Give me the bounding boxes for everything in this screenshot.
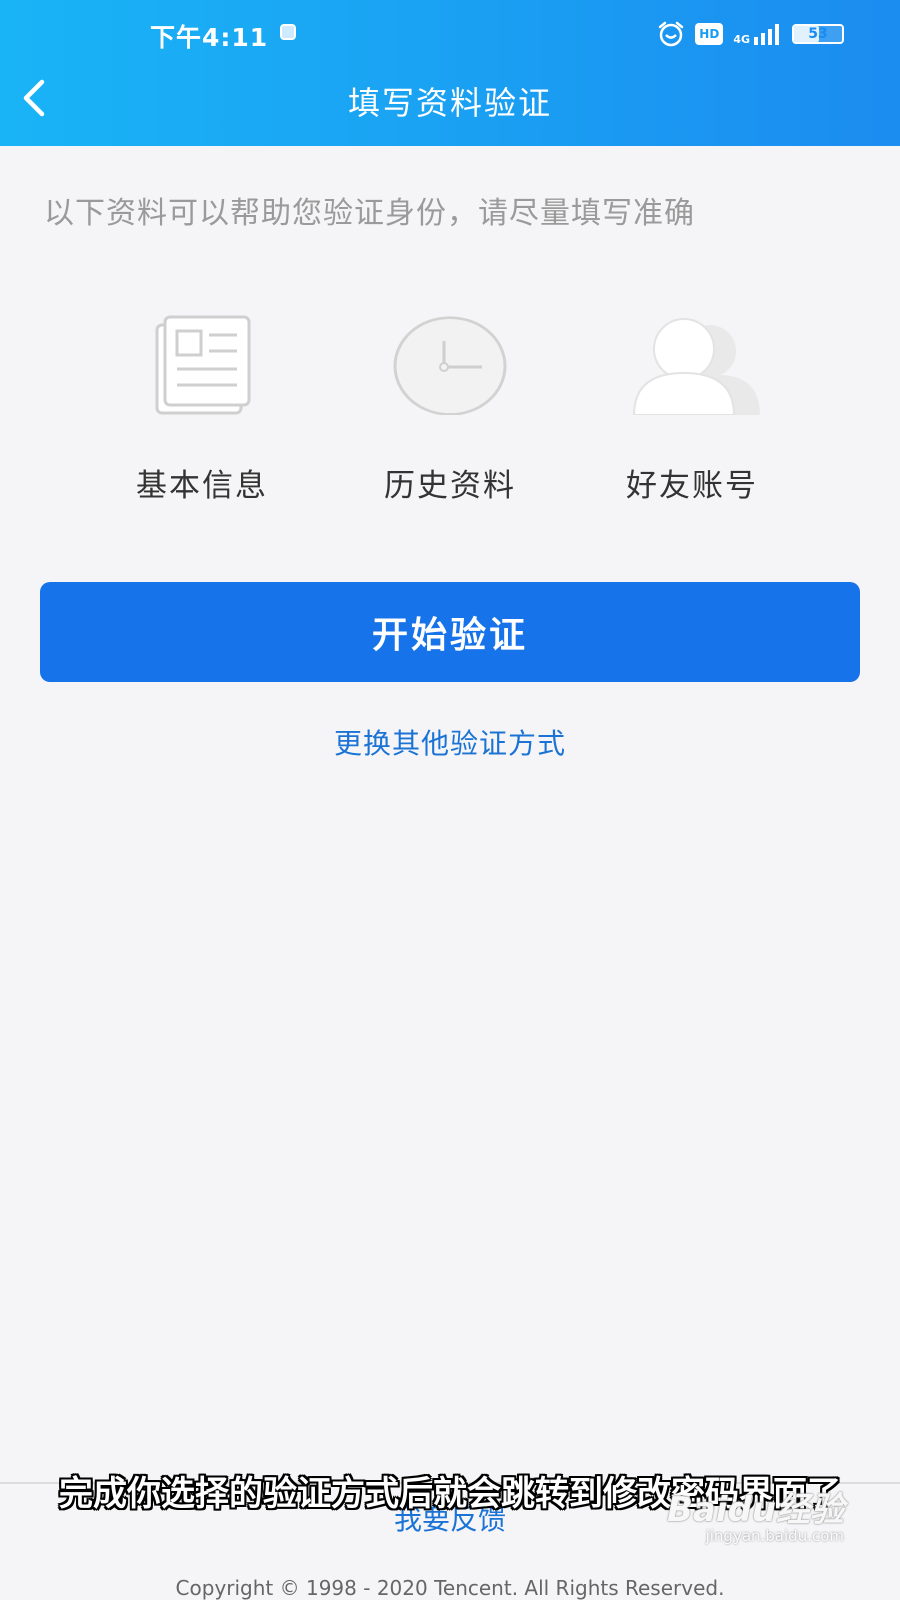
verification-options: 基本信息 历史资料 好友账号 [0,310,900,510]
document-icon [82,310,322,420]
option-label: 好友账号 [626,468,758,504]
copyright-text: Copyright © 1998 - 2020 Tencent. All Rig… [175,1576,725,1600]
status-icons: HD 4G 53 [657,18,844,50]
battery-icon: 53 [792,24,844,44]
option-history[interactable]: 历史资料 [330,310,570,505]
watermark-logo: Baidu经验 [666,1490,844,1530]
signal-icon [752,23,782,45]
friends-icon [572,310,812,420]
signal-group: 4G [733,23,782,45]
header: 下午4:11 HD 4G 53 填写资料验证 [0,0,900,146]
start-verification-button[interactable]: 开始验证 [40,582,860,682]
watermark: Baidu经验 jingyan.baidu.com [664,1482,844,1545]
verification-page: 下午4:11 HD 4G 53 填写资料验证 以下资料可以帮助您验证身份，请尽量… [0,0,900,1600]
option-label: 历史资料 [384,468,516,504]
page-title: 填写资料验证 [347,84,552,122]
network-label: 4G [733,33,750,46]
option-label: 基本信息 [136,468,268,504]
option-friend-account[interactable]: 好友账号 [572,310,812,505]
hint-text: 以下资料可以帮助您验证身份，请尽量填写准确 [44,196,695,231]
switch-method-link[interactable]: 更换其他验证方式 [0,722,900,762]
status-time: 下午4:11 [150,23,269,52]
option-basic-info[interactable]: 基本信息 [82,310,322,505]
notification-icon [280,24,296,40]
battery-group: 53 [792,24,844,44]
battery-level: 53 [808,26,828,42]
alarm-icon [657,21,685,47]
clock-icon [330,310,570,420]
hd-icon: HD [695,23,724,45]
